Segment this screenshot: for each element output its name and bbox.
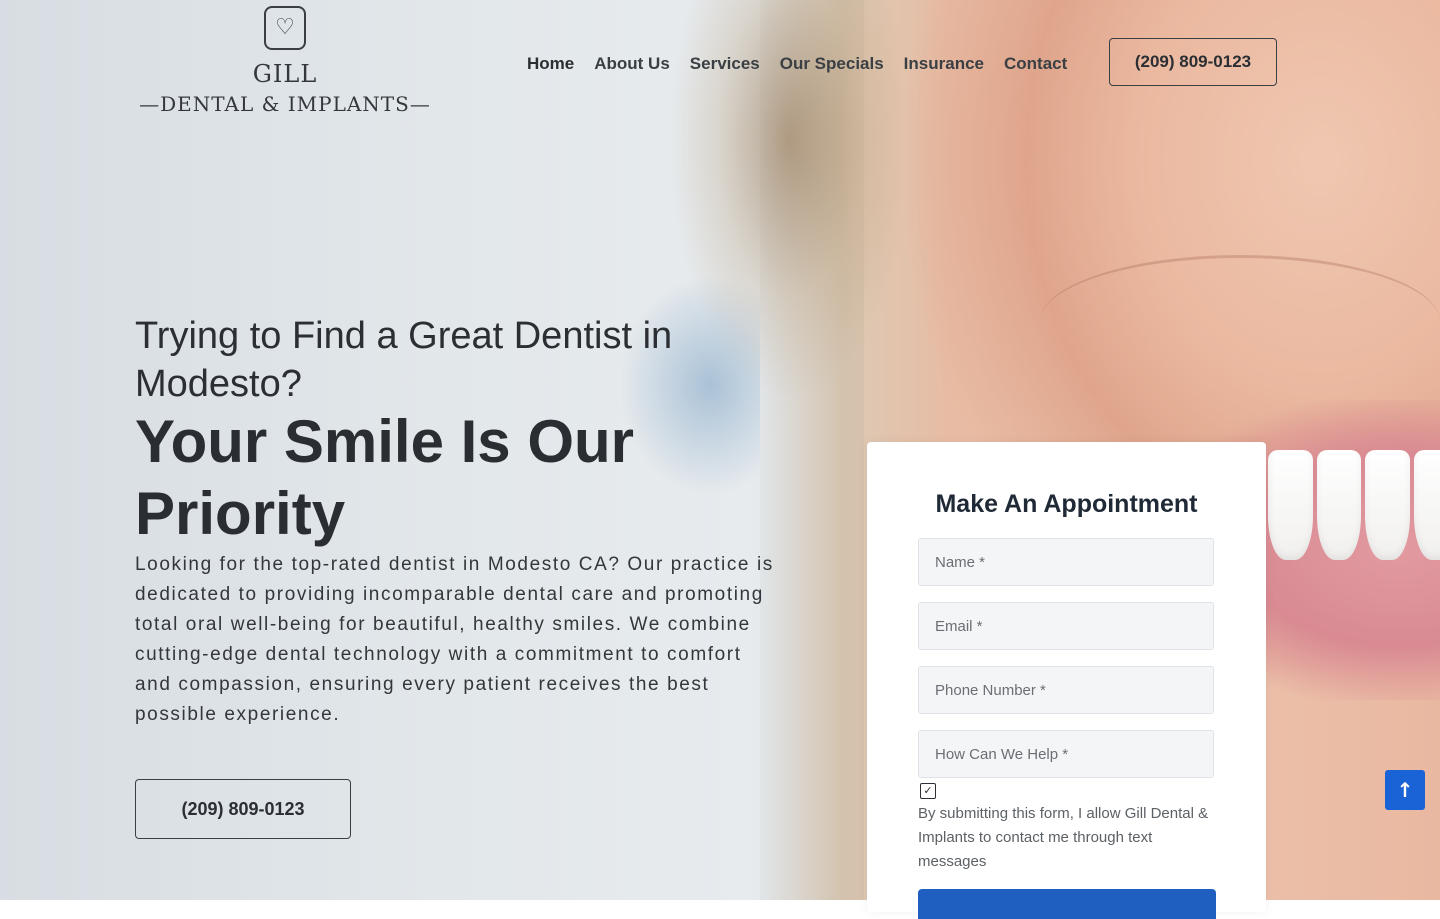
nav-contact[interactable]: Contact	[1004, 54, 1067, 74]
submit-button[interactable]	[918, 889, 1216, 919]
scroll-to-top-button[interactable]: ↑	[1385, 770, 1425, 810]
nav-about-us[interactable]: About Us	[594, 54, 670, 74]
consent-text: By submitting this form, I allow Gill De…	[918, 805, 1209, 870]
logo-line2: —DENTAL & IMPLANTS—	[139, 92, 431, 116]
nav-our-specials[interactable]: Our Specials	[780, 54, 884, 74]
phone-field[interactable]: Phone Number *	[918, 666, 1214, 714]
help-field[interactable]: How Can We Help *	[918, 730, 1214, 778]
tooth-heart-icon: ♡	[264, 6, 306, 50]
form-title: Make An Appointment	[935, 490, 1198, 518]
consent-checkbox[interactable]: ✓	[920, 783, 936, 799]
hero-photo-detail	[1040, 255, 1440, 388]
email-field[interactable]: Email *	[918, 602, 1214, 650]
logo-line1: GILL	[252, 60, 318, 88]
header-phone-button[interactable]: (209) 809-0123	[1109, 38, 1277, 86]
site-logo[interactable]: ♡ GILL —DENTAL & IMPLANTS—	[135, 6, 435, 116]
appointment-form: Make An Appointment Name * Email * Phone…	[867, 442, 1266, 919]
arrow-up-icon: ↑	[1396, 778, 1414, 802]
hero-subtitle: Trying to Find a Great Dentist in Modest…	[135, 315, 673, 405]
nav-home[interactable]: Home	[527, 54, 574, 74]
nav-services[interactable]: Services	[690, 54, 760, 74]
hero-photo-teeth	[1268, 450, 1440, 560]
nav-insurance[interactable]: Insurance	[904, 54, 984, 74]
hero-description: Looking for the top-rated dentist in Mod…	[135, 554, 774, 725]
hero-title: Your Smile Is Our Priority	[135, 408, 635, 547]
name-field[interactable]: Name *	[918, 538, 1214, 586]
main-nav: Home About Us Services Our Specials Insu…	[527, 54, 1067, 74]
hero-phone-button[interactable]: (209) 809-0123	[135, 779, 351, 839]
